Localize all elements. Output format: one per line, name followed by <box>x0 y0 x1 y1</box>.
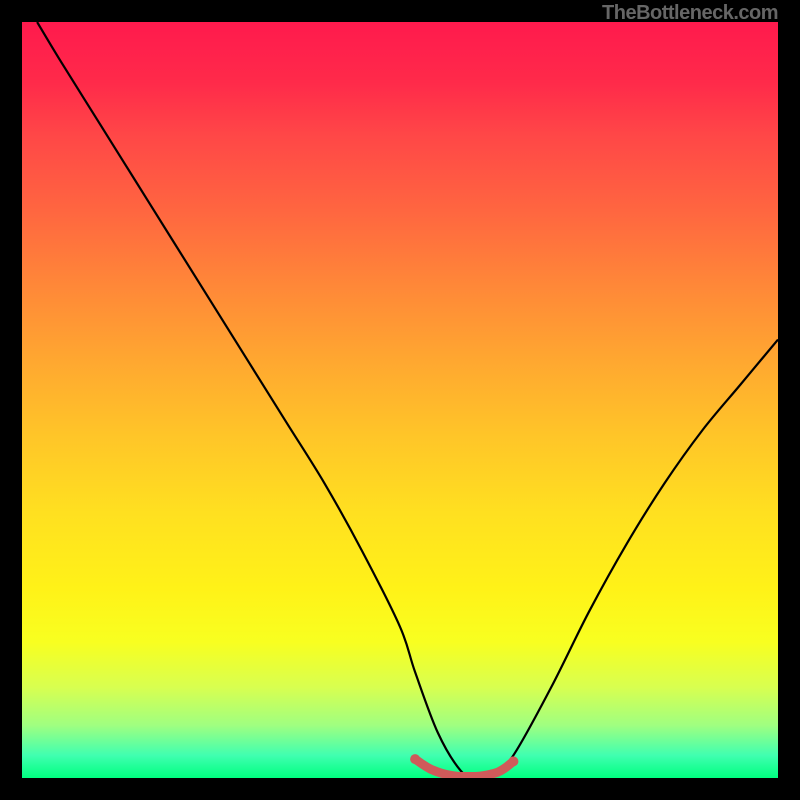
highlight-right-cap <box>508 756 518 766</box>
highlight-left-cap <box>410 754 420 764</box>
bottleneck-curve <box>37 22 778 778</box>
plot-area <box>22 22 778 778</box>
flat-bottom-highlight <box>415 759 513 776</box>
chart-container: TheBottleneck.com <box>0 0 800 800</box>
watermark: TheBottleneck.com <box>602 2 778 25</box>
chart-svg <box>22 22 778 778</box>
